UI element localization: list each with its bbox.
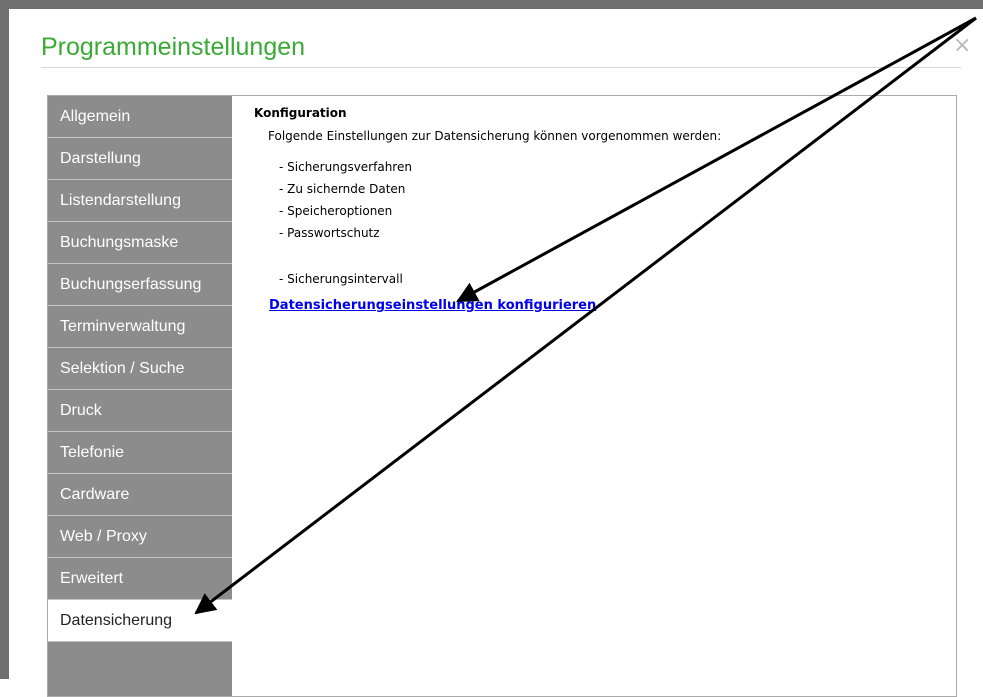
list-item: - Speicheroptionen: [279, 204, 393, 218]
list-item: - Sicherungsverfahren: [279, 160, 412, 174]
list-item: - Passwortschutz: [279, 226, 380, 240]
sidebar-item-datensicherung[interactable]: Datensicherung: [48, 600, 232, 642]
sidebar-item-buchungserfassung[interactable]: Buchungserfassung: [48, 264, 232, 306]
list-item: - Sicherungsintervall: [279, 272, 403, 286]
settings-dialog: Programmeinstellungen × Allgemein Darste…: [9, 9, 983, 697]
sidebar-item-listendarstellung[interactable]: Listendarstellung: [48, 180, 232, 222]
settings-sidebar: Allgemein Darstellung Listendarstellung …: [48, 96, 232, 696]
close-icon[interactable]: ×: [953, 33, 971, 58]
configure-backup-link[interactable]: Datensicherungseinstellungen konfigurier…: [269, 298, 596, 313]
section-heading: Konfiguration: [254, 106, 347, 120]
sidebar-item-selektion-suche[interactable]: Selektion / Suche: [48, 348, 232, 390]
sidebar-item-darstellung[interactable]: Darstellung: [48, 138, 232, 180]
sidebar-item-web-proxy[interactable]: Web / Proxy: [48, 516, 232, 558]
sidebar-item-telefonie[interactable]: Telefonie: [48, 432, 232, 474]
dialog-title: Programmeinstellungen: [41, 33, 306, 61]
list-item: - Zu sichernde Daten: [279, 182, 406, 196]
sidebar-item-allgemein[interactable]: Allgemein: [48, 96, 232, 138]
content-area: Konfiguration Folgende Einstellungen zur…: [254, 106, 944, 313]
options-list: - Sicherungsverfahren - Zu sichernde Dat…: [254, 156, 944, 290]
sidebar-item-cardware[interactable]: Cardware: [48, 474, 232, 516]
sidebar-item-terminverwaltung[interactable]: Terminverwaltung: [48, 306, 232, 348]
sidebar-item-druck[interactable]: Druck: [48, 390, 232, 432]
settings-panel: Allgemein Darstellung Listendarstellung …: [47, 95, 957, 697]
section-description: Folgende Einstellungen zur Datensicherun…: [268, 129, 722, 143]
list-spacer: [279, 244, 944, 268]
sidebar-item-erweitert[interactable]: Erweitert: [48, 558, 232, 600]
sidebar-item-buchungsmaske[interactable]: Buchungsmaske: [48, 222, 232, 264]
title-divider: [41, 67, 961, 68]
screenshot-frame: Programmeinstellungen × Allgemein Darste…: [0, 0, 983, 697]
